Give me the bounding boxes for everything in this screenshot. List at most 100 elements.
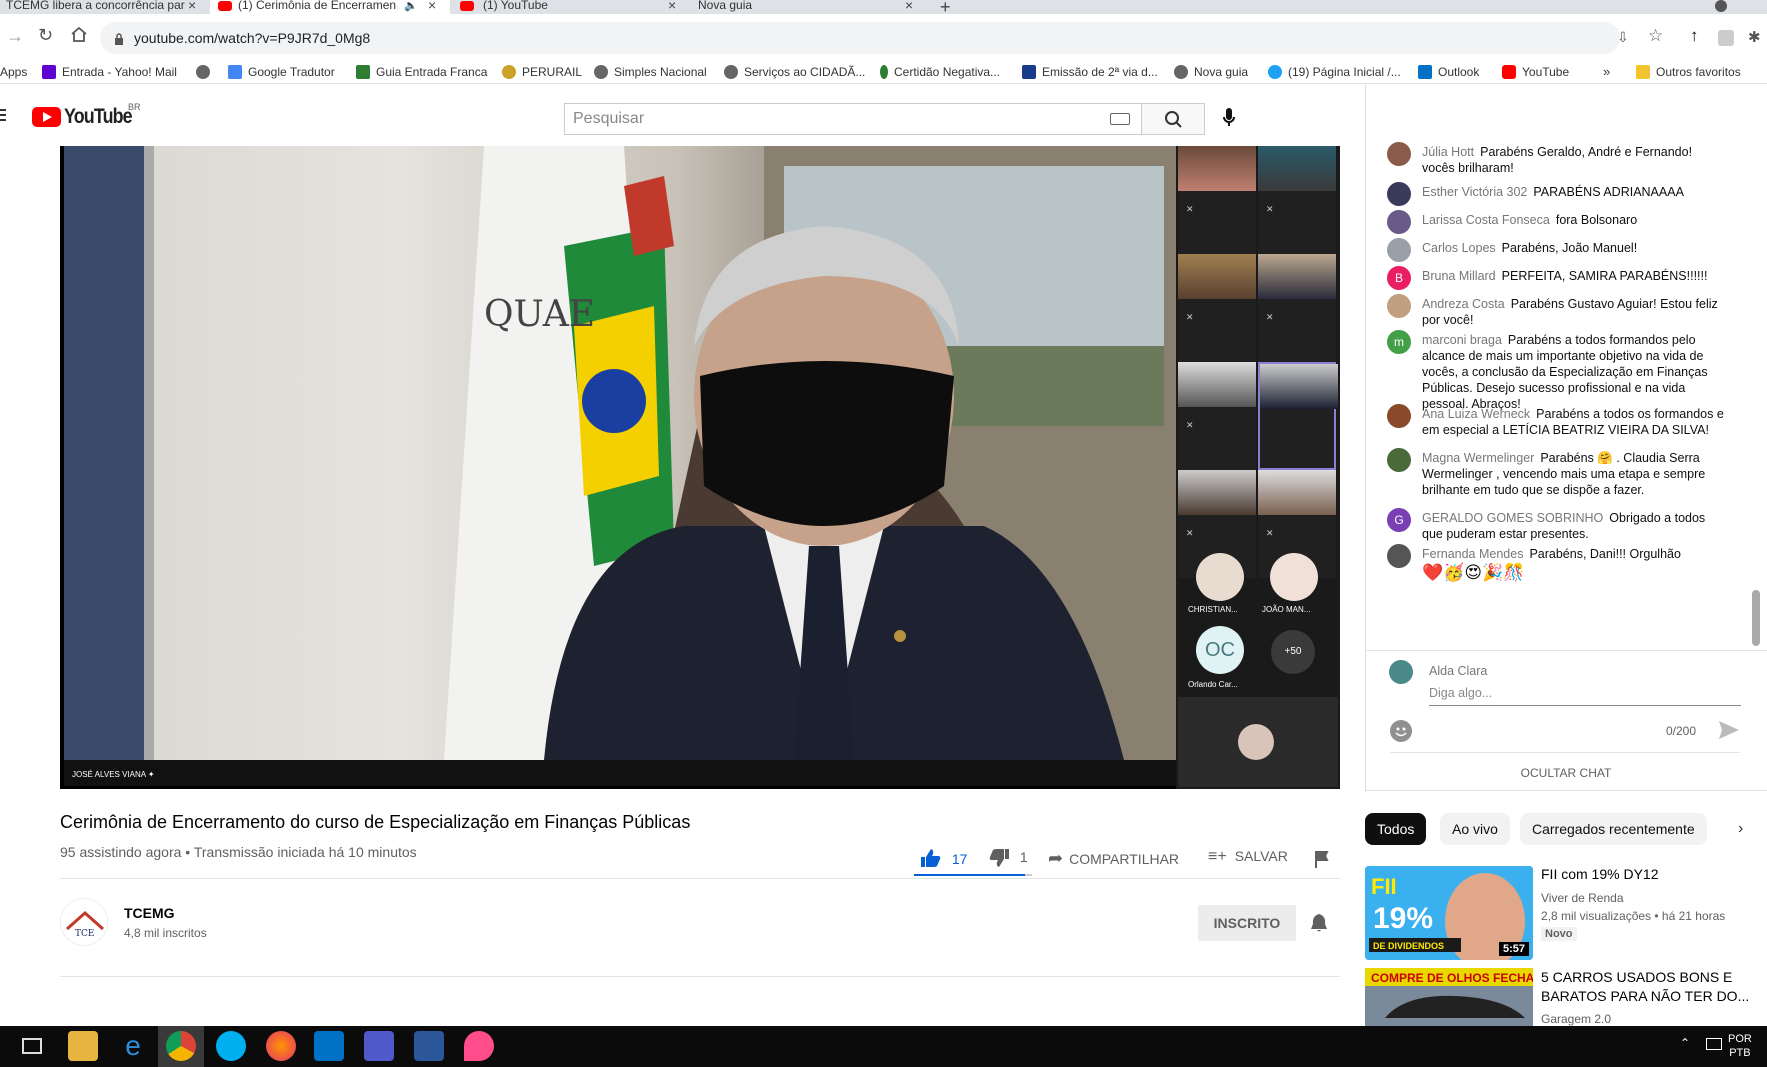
- main-video-feed[interactable]: QUAE: [64, 146, 1176, 760]
- subscribe-button[interactable]: INSCRITO: [1198, 905, 1296, 941]
- chat-author-avatar[interactable]: [1387, 294, 1411, 318]
- participant-tile-active[interactable]: [1258, 362, 1338, 470]
- menu-icon[interactable]: [0, 108, 6, 121]
- bookmark-servicos[interactable]: Serviços ao CIDADÃ...: [724, 64, 865, 80]
- chat-author-avatar[interactable]: [1387, 448, 1411, 472]
- participant-tile[interactable]: ✕: [1178, 254, 1256, 362]
- chat-input[interactable]: Diga algo...: [1429, 686, 1741, 706]
- dislike-button[interactable]: 1: [988, 848, 1028, 868]
- bookmark-twitter[interactable]: (19) Página Inicial /...: [1268, 64, 1401, 80]
- rec-title[interactable]: 5 CARROS USADOS BONS E BARATOS PARA NÃO …: [1541, 968, 1751, 1006]
- chat-author-avatar[interactable]: [1387, 404, 1411, 428]
- chat-author[interactable]: Esther Victória 302: [1422, 185, 1527, 199]
- browser-tab[interactable]: (1) YouTube: [455, 0, 680, 14]
- youtube-logo-text[interactable]: YouTube: [64, 105, 133, 129]
- bookmark-star-icon[interactable]: ☆: [1648, 26, 1663, 46]
- bookmark-translate[interactable]: [196, 64, 216, 80]
- maps-icon[interactable]: [464, 1031, 494, 1061]
- participant-tile[interactable]: ✕: [1258, 146, 1336, 254]
- skype-icon[interactable]: [216, 1031, 246, 1061]
- browser-tab[interactable]: TCEMG libera a concorrência par: [0, 0, 205, 14]
- bookmark-guia[interactable]: Guia Entrada Franca: [356, 64, 487, 80]
- chat-author[interactable]: Júlia Hott: [1422, 145, 1474, 159]
- microphone-icon[interactable]: [1222, 106, 1236, 130]
- chat-author[interactable]: Carlos Lopes: [1422, 241, 1496, 255]
- bookmark-youtube[interactable]: YouTube: [1502, 64, 1569, 80]
- chat-author[interactable]: Bruna Millard: [1422, 269, 1496, 283]
- language-indicator[interactable]: POR PTB: [1728, 1032, 1752, 1060]
- report-flag-icon[interactable]: [1314, 850, 1330, 868]
- chat-author[interactable]: Larissa Costa Fonseca: [1422, 213, 1550, 227]
- upload-icon[interactable]: ↑: [1690, 26, 1699, 46]
- more-participants-button[interactable]: +50: [1271, 630, 1315, 674]
- notification-bell-icon[interactable]: [1308, 912, 1330, 934]
- bookmark-google-tradutor[interactable]: Google Tradutor: [228, 64, 335, 80]
- url-text[interactable]: youtube.com/watch?v=P9JR7d_0Mg8: [134, 30, 370, 46]
- teams-icon[interactable]: [364, 1031, 394, 1061]
- browser-tab[interactable]: Nova guia: [690, 0, 920, 14]
- close-tab-icon[interactable]: ×: [905, 0, 913, 12]
- search-button[interactable]: [1141, 103, 1205, 135]
- chat-author[interactable]: GERALDO GOMES SOBRINHO: [1422, 511, 1603, 525]
- bookmark-yahoo[interactable]: Entrada - Yahoo! Mail: [42, 64, 177, 80]
- bookmark-emissao[interactable]: Emissão de 2ª via d...: [1022, 64, 1158, 80]
- chat-scrollbar[interactable]: [1752, 590, 1760, 646]
- bookmark-perurail[interactable]: PERURAIL: [502, 64, 582, 80]
- bookmark-apps[interactable]: Apps: [0, 64, 27, 80]
- rec-thumbnail[interactable]: FII 19% DE DIVIDENDOS 5:57: [1365, 866, 1533, 960]
- hide-chat-button[interactable]: OCULTAR CHAT: [1365, 766, 1767, 780]
- tray-chevron-icon[interactable]: ⌃: [1680, 1036, 1690, 1050]
- avatar[interactable]: [1270, 553, 1318, 601]
- chat-author-avatar[interactable]: [1387, 182, 1411, 206]
- share-button[interactable]: ➦ COMPARTILHAR: [1048, 848, 1179, 869]
- chat-author-avatar[interactable]: [1387, 210, 1411, 234]
- chip-ao-vivo[interactable]: Ao vivo: [1440, 813, 1510, 845]
- participant-tile[interactable]: ✕: [1178, 362, 1256, 470]
- chat-author-avatar[interactable]: G: [1387, 508, 1411, 532]
- rec-channel[interactable]: Viver de Renda: [1541, 891, 1624, 905]
- chat-author-avatar[interactable]: B: [1387, 266, 1411, 290]
- youtube-logo-icon[interactable]: [32, 107, 61, 127]
- channel-avatar[interactable]: TCE: [60, 898, 108, 946]
- rec-title[interactable]: FII com 19% DY12: [1541, 866, 1741, 882]
- avatar-initials[interactable]: OC: [1196, 626, 1244, 674]
- install-icon[interactable]: ⇩: [1617, 29, 1629, 46]
- lock-icon[interactable]: [114, 32, 124, 45]
- close-tab-icon[interactable]: ×: [188, 0, 196, 12]
- file-explorer-icon[interactable]: [68, 1031, 98, 1061]
- task-view-icon[interactable]: [22, 1038, 42, 1054]
- outlook-taskbar-icon[interactable]: [314, 1031, 344, 1061]
- chat-author[interactable]: Ana Luiza Werneck: [1422, 407, 1530, 421]
- extensions-icon[interactable]: ✱: [1748, 28, 1761, 46]
- save-button[interactable]: ≡+ SALVAR: [1208, 848, 1288, 866]
- firefox-icon[interactable]: [266, 1031, 296, 1061]
- chat-author-avatar[interactable]: [1387, 238, 1411, 262]
- channel-name[interactable]: TCEMG: [124, 905, 175, 921]
- chip-carregados[interactable]: Carregados recentemente: [1520, 813, 1707, 845]
- chat-author-avatar[interactable]: [1387, 142, 1411, 166]
- close-tab-icon[interactable]: ×: [668, 0, 676, 12]
- chevron-right-icon[interactable]: ›: [1738, 820, 1743, 838]
- word-icon[interactable]: [414, 1031, 444, 1061]
- like-button[interactable]: 17: [920, 848, 967, 868]
- forward-icon[interactable]: →: [6, 26, 24, 47]
- rec-thumbnail[interactable]: COMPRE DE OLHOS FECHADOS!: [1365, 968, 1533, 1026]
- avatar[interactable]: [1196, 553, 1244, 601]
- participant-tile[interactable]: ✕: [1258, 254, 1336, 362]
- chat-author[interactable]: marconi braga: [1422, 333, 1502, 347]
- chat-author[interactable]: Andreza Costa: [1422, 297, 1505, 311]
- bookmark-simples[interactable]: Simples Nacional: [594, 64, 707, 80]
- keyboard-icon[interactable]: [1110, 113, 1130, 125]
- bookmark-outlook[interactable]: Outlook: [1418, 64, 1479, 80]
- network-icon[interactable]: [1706, 1038, 1722, 1050]
- search-input[interactable]: Pesquisar: [564, 103, 1142, 135]
- reload-icon[interactable]: ↻: [38, 25, 53, 46]
- bookmark-outros[interactable]: Outros favoritos: [1636, 64, 1741, 80]
- chat-author[interactable]: Fernanda Mendes: [1422, 547, 1523, 561]
- chat-author-avatar[interactable]: [1387, 544, 1411, 568]
- bookmark-certidao[interactable]: Certidão Negativa...: [880, 64, 1000, 80]
- chat-author-avatar[interactable]: m: [1387, 330, 1411, 354]
- chrome-icon[interactable]: [166, 1031, 196, 1061]
- home-icon[interactable]: [70, 26, 88, 42]
- chat-author[interactable]: Magna Wermelinger: [1422, 451, 1534, 465]
